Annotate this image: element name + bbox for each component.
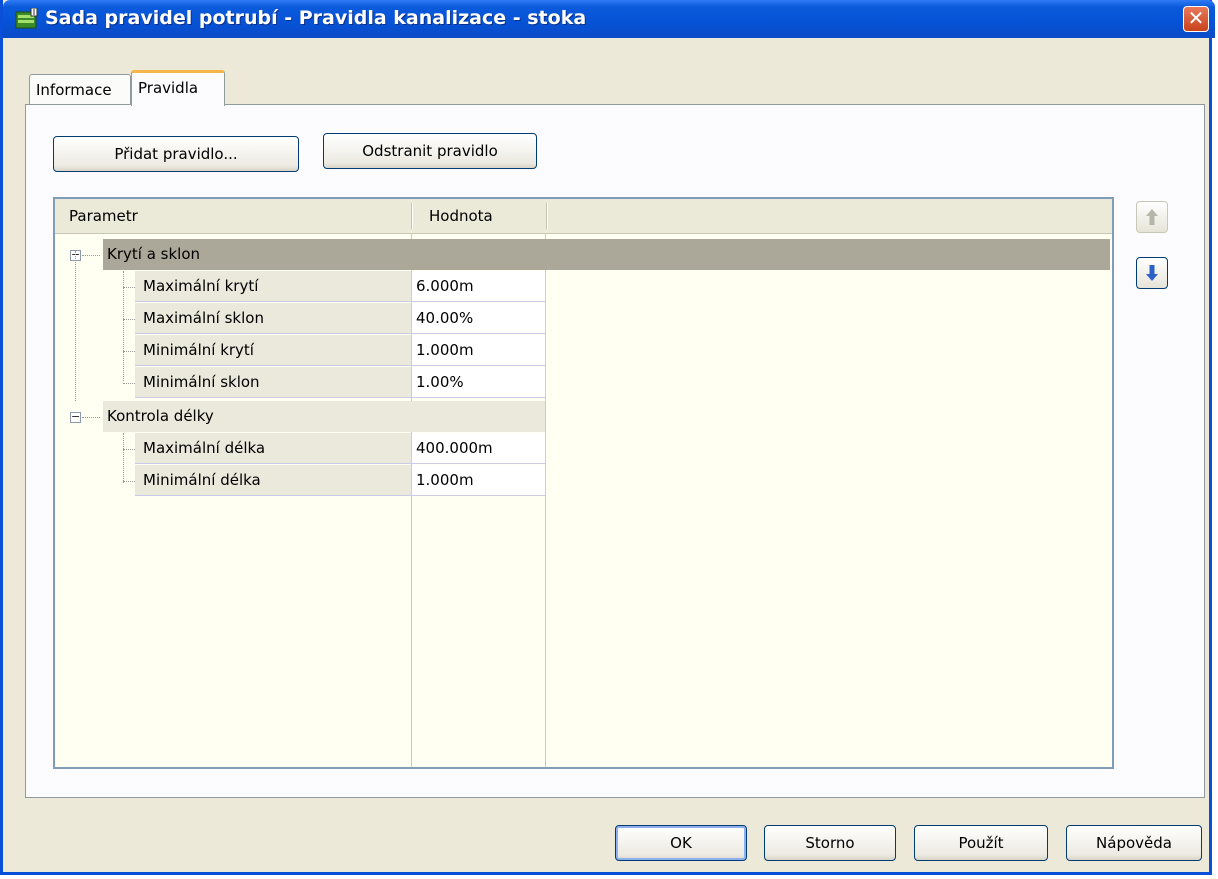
tree-connector [123,383,135,384]
add-rule-button[interactable]: Přidat pravidlo... [53,136,299,172]
param-value[interactable]: 40.00% [411,303,546,334]
cancel-button[interactable]: Storno [764,825,896,861]
param-label: Minimální sklon [135,367,411,398]
tree-connector [123,481,135,482]
apply-button[interactable]: Použít [914,825,1048,861]
dialog-window: Sada pravidel potrubí - Pravidla kanaliz… [0,0,1215,875]
param-label: Minimální délka [135,465,411,496]
group-row-kontrola-delky[interactable]: − Kontrola délky [55,401,575,433]
close-icon: ✕ [1187,6,1205,30]
arrow-up-icon [1146,209,1158,225]
param-value[interactable]: 1.000m [411,335,546,366]
title-bar[interactable]: Sada pravidel potrubí - Pravidla kanaliz… [3,0,1215,38]
tree-connector [82,417,100,418]
param-label: Maximální krytí [135,271,411,302]
rule-row[interactable]: Maximální sklon 40.00% [55,303,575,335]
window-title: Sada pravidel potrubí - Pravidla kanaliz… [45,7,587,29]
rules-grid[interactable]: Parametr Hodnota − Krytí a sklon Maximál… [53,197,1114,769]
remove-rule-button[interactable]: Odstranit pravidlo [323,133,537,169]
param-value[interactable]: 6.000m [411,271,546,302]
rule-row[interactable]: Maximální délka 400.000m [55,433,575,465]
tree-connector [123,351,135,352]
rule-row[interactable]: Minimální délka 1.000m [55,465,575,497]
tree-connector [82,255,100,256]
tree-connector [123,287,135,288]
param-label: Minimální krytí [135,335,411,366]
grid-header: Parametr Hodnota [55,199,1112,234]
column-header-hodnota[interactable]: Hodnota [429,199,493,233]
param-value[interactable]: 400.000m [411,433,546,464]
column-divider[interactable] [411,203,413,229]
param-label: Maximální délka [135,433,411,464]
move-down-button[interactable] [1136,257,1168,289]
rule-row[interactable]: Minimální krytí 1.000m [55,335,575,367]
ok-button[interactable]: OK [615,825,747,861]
tab-informace[interactable]: Informace [29,74,131,104]
pipe-rules-app-icon [15,8,38,29]
tree-connector [123,319,135,320]
column-divider[interactable] [546,203,548,229]
tree-connector [123,449,135,450]
help-button[interactable]: Nápověda [1066,825,1202,861]
group-label: Kontrola délky [107,407,214,425]
tab-pravidla-label: Pravidla [138,79,199,97]
move-up-button[interactable] [1136,201,1168,233]
column-header-parametr[interactable]: Parametr [69,199,138,233]
collapse-icon[interactable]: − [70,411,81,423]
param-label: Maximální sklon [135,303,411,334]
param-value[interactable]: 1.000m [411,465,546,496]
group-label: Krytí a sklon [107,245,201,263]
close-button[interactable]: ✕ [1183,6,1209,32]
tab-pravidla[interactable]: Pravidla [131,70,225,106]
selected-row-highlight [103,239,1110,270]
param-value[interactable]: 1.00% [411,367,546,398]
rule-row[interactable]: Minimální sklon 1.00% [55,367,575,399]
rule-row[interactable]: Maximální krytí 6.000m [55,271,575,303]
tab-informace-label: Informace [36,81,112,99]
group-row-kryti-a-sklon[interactable]: − Krytí a sklon [55,239,1112,271]
arrow-down-icon [1146,265,1158,281]
